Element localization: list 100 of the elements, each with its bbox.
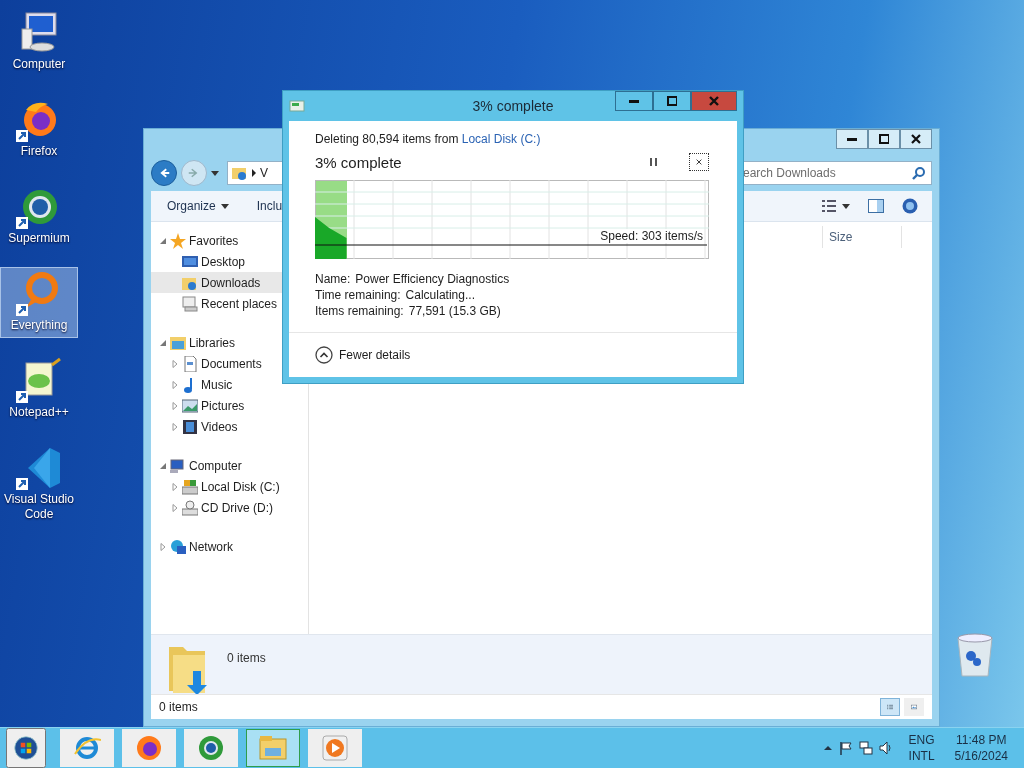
icon-label: Firefox — [20, 144, 58, 159]
folder-icon — [232, 165, 248, 181]
tree-item[interactable]: Pictures — [151, 395, 308, 416]
desktop-shortcut[interactable]: Firefox — [0, 93, 78, 164]
browser-e-icon — [73, 734, 101, 762]
recycle-bin-icon — [954, 632, 996, 680]
status-message: Deleting 80,594 items from Local Disk (C:) — [315, 131, 542, 147]
maximize-button[interactable] — [653, 91, 691, 111]
search-icon — [912, 166, 925, 180]
close-icon — [911, 134, 921, 144]
time-text: 11:48 PM — [956, 732, 1007, 748]
expander-icon[interactable] — [159, 338, 167, 347]
date-text: 5/16/2024 — [954, 748, 1008, 764]
image-icon — [911, 702, 917, 712]
chevron-up-icon[interactable] — [822, 743, 833, 753]
icon-label: Computer — [12, 57, 66, 72]
search-placeholder: earch Downloads — [743, 166, 836, 180]
thumbnail-view-button[interactable] — [904, 698, 924, 716]
tree-item[interactable]: Documents — [151, 353, 308, 374]
tree-item[interactable]: Libraries — [151, 332, 308, 353]
language-text: ENG — [908, 732, 935, 748]
tree-item[interactable]: Videos — [151, 416, 308, 437]
drive-link[interactable]: Local Disk (C:) — [461, 132, 541, 146]
organize-menu[interactable]: Organize — [161, 197, 235, 215]
taskbar-button[interactable] — [184, 729, 238, 767]
column-header[interactable]: Size — [822, 226, 902, 248]
image-icon — [182, 397, 198, 414]
monitor-icon — [182, 253, 198, 270]
tree-item[interactable]: Network — [151, 536, 308, 557]
item-count: 0 items — [227, 651, 266, 665]
globe-icon — [170, 538, 186, 555]
preview-pane-icon[interactable] — [868, 199, 884, 213]
detail-value: Power Efficiency Diagnostics — [355, 271, 510, 287]
maximize-icon — [667, 96, 677, 106]
window-stack-icon — [182, 295, 198, 312]
start-button[interactable] — [6, 728, 46, 768]
maximize-button[interactable] — [868, 129, 900, 149]
tree-item[interactable]: Local Disk (C:) — [151, 476, 308, 497]
icon-label: Everything — [10, 318, 68, 333]
chevron-up-icon — [315, 346, 333, 364]
expander-icon[interactable] — [159, 461, 167, 470]
media-player-icon — [321, 734, 349, 762]
speed-text: Speed: 303 items/s — [600, 229, 703, 243]
browser-icon — [197, 734, 225, 762]
desktop-shortcut[interactable]: Visual Studio Code — [0, 441, 78, 527]
tree-item[interactable]: Favorites — [151, 230, 308, 251]
layout-text: INTL — [908, 748, 935, 764]
detail-label: Time remaining: — [315, 287, 401, 303]
taskbar-button[interactable] — [122, 729, 176, 767]
close-icon — [709, 96, 719, 106]
detail-value: 77,591 (15.3 GB) — [408, 303, 501, 319]
tree-item[interactable]: Desktop — [151, 251, 308, 272]
help-icon[interactable] — [902, 198, 918, 214]
drive-icon — [182, 478, 198, 495]
view-options-icon[interactable] — [822, 199, 850, 213]
icon-label: Notepad++ — [9, 405, 69, 420]
caret-icon — [220, 203, 229, 209]
tree-item[interactable]: Music — [151, 374, 308, 395]
folder-icon — [259, 734, 287, 762]
taskbar-button[interactable] — [60, 729, 114, 767]
pause-icon — [649, 158, 657, 166]
progress-heading: 3% complete — [315, 153, 403, 171]
back-button[interactable] — [151, 160, 177, 186]
copy-progress-icon — [289, 98, 305, 114]
computer-icon — [170, 457, 186, 474]
desktop-shortcut[interactable]: Computer — [0, 6, 78, 77]
document-icon — [182, 355, 198, 372]
toolbar-command[interactable]: Inclu — [250, 197, 289, 215]
cancel-button[interactable] — [689, 153, 709, 171]
flag-icon[interactable] — [838, 741, 853, 755]
desktop-shortcut[interactable]: Notepad++ — [0, 354, 78, 425]
icon-label: Visual Studio Code — [3, 492, 75, 522]
tree-item[interactable]: Computer — [151, 455, 308, 476]
detail-label: Name: — [315, 271, 351, 287]
details-toggle[interactable]: Fewer details — [315, 346, 411, 364]
network-icon[interactable] — [858, 741, 873, 755]
desktop-shortcut[interactable]: Supermium — [0, 180, 78, 251]
film-icon — [182, 418, 198, 435]
star-icon — [170, 232, 186, 249]
close-button[interactable] — [900, 129, 932, 149]
minimize-button[interactable] — [615, 91, 653, 111]
expander-icon[interactable] — [159, 236, 167, 245]
detail-value: Calculating... — [405, 287, 475, 303]
caret-icon[interactable] — [211, 170, 219, 176]
address-text: V — [260, 166, 268, 180]
language-indicator[interactable]: ENG INTL — [908, 732, 935, 764]
volume-icon[interactable] — [878, 741, 893, 755]
firefox-icon — [135, 734, 163, 762]
tree-item[interactable]: CD Drive (D:) — [151, 497, 308, 518]
detail-label: Items remaining: — [315, 303, 404, 319]
status-text: 0 items — [159, 700, 198, 714]
maximize-icon — [879, 134, 889, 144]
chevron-icon — [252, 169, 256, 177]
clock[interactable]: 11:48 PM 5/16/2024 — [954, 732, 1008, 764]
desktop-shortcut[interactable]: Everything — [0, 267, 78, 338]
tree-item[interactable]: Recent places — [151, 293, 308, 314]
minimize-button[interactable] — [836, 129, 868, 149]
library-folder-icon — [170, 334, 186, 351]
close-icon — [696, 157, 702, 167]
dialog-title: 3% complete — [472, 98, 554, 114]
